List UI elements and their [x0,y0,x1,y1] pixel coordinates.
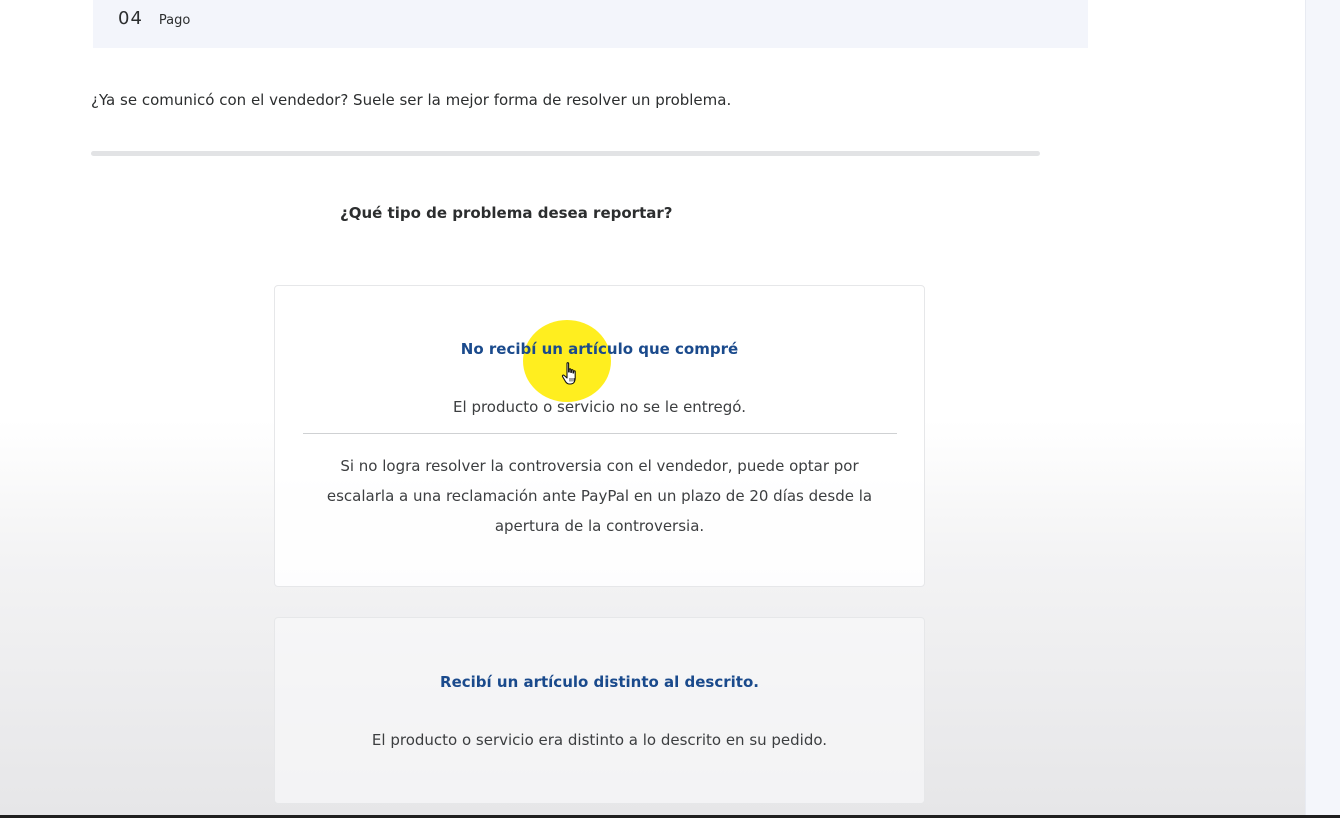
option-card-not-as-described[interactable]: Recibí un artículo distinto al descrito.… [274,617,925,804]
problem-type-question: ¿Qué tipo de problema desea reportar? [340,204,673,222]
option-title-not-received[interactable]: No recibí un artículo que compré [275,340,924,358]
option-card-not-received[interactable]: No recibí un artículo que compré El prod… [274,285,925,587]
option-title-not-as-described[interactable]: Recibí un artículo distinto al descrito. [275,673,924,691]
contact-seller-prompt: ¿Ya se comunicó con el vendedor? Suele s… [91,91,732,109]
option-description-not-received: El producto o servicio no se le entregó. [453,398,746,416]
step-item-payment: 04 Pago [118,8,190,29]
page: 04 Pago ¿Ya se comunicó con el vendedor?… [0,0,1340,818]
section-divider [91,151,1040,156]
option-description-not-as-described: El producto o servicio era distinto a lo… [371,731,828,749]
note-line: escalarla a una reclamación ante PayPal … [326,487,873,505]
note-line: Si no logra resolver la controversia con… [340,457,859,475]
right-side-panel [1305,0,1340,818]
steps-header [93,0,1088,48]
step-label: Pago [158,13,191,28]
step-number: 04 [118,8,143,29]
note-line: apertura de la controversia. [494,517,705,535]
option-note-not-received: Si no logra resolver la controversia con… [295,451,904,541]
option-card-divider [303,433,897,434]
